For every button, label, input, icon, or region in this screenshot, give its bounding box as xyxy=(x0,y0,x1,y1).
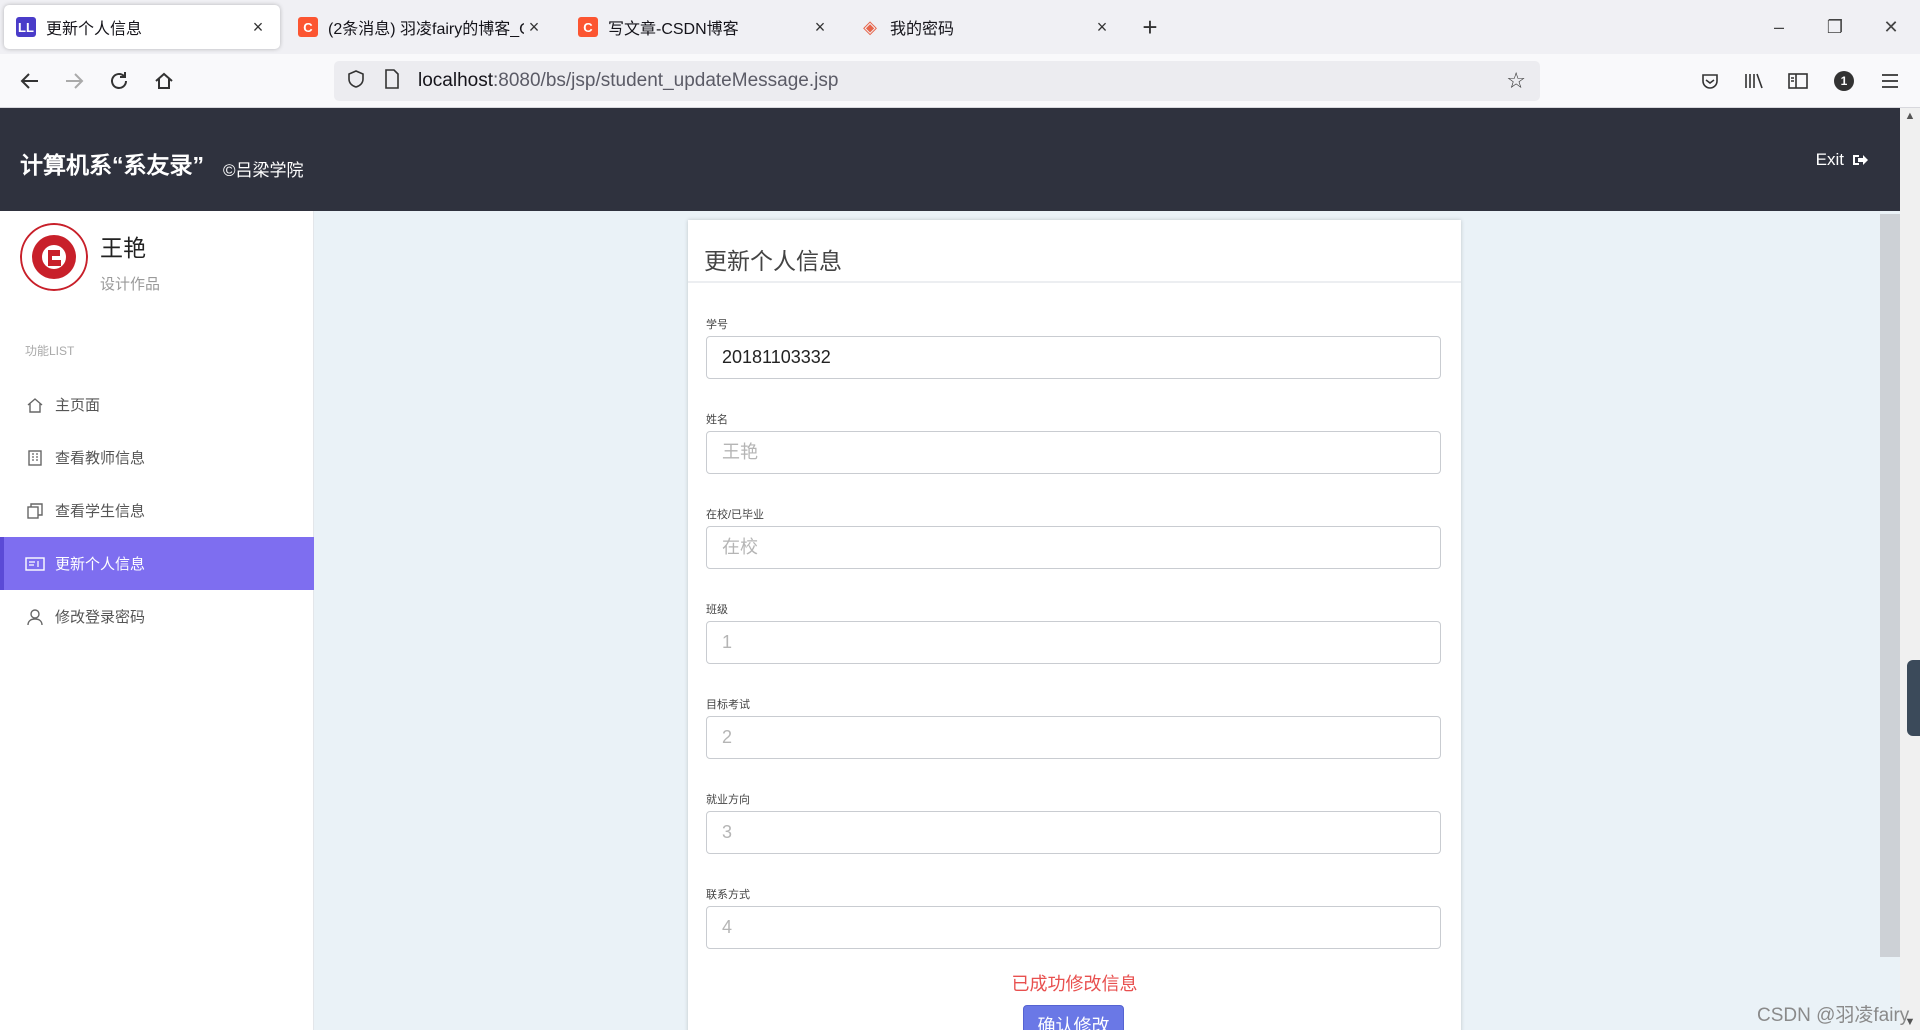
app-subtitle: ©吕梁学院 xyxy=(223,161,304,180)
sidebar-item-teachers[interactable]: 查看教师信息 xyxy=(0,431,314,484)
page-favicon-icon: LL xyxy=(16,17,36,37)
status-field[interactable] xyxy=(706,526,1441,569)
scroll-up-icon[interactable]: ▲ xyxy=(1900,110,1920,122)
shield-icon[interactable] xyxy=(346,69,370,94)
sign-out-icon xyxy=(1853,155,1868,165)
close-tab-icon[interactable]: × xyxy=(524,17,544,38)
contact-field[interactable] xyxy=(706,906,1441,949)
career-field[interactable] xyxy=(706,811,1441,854)
menu-hamburger-icon[interactable] xyxy=(1874,65,1906,97)
pocket-icon[interactable] xyxy=(1694,65,1726,97)
tab-title: 写文章-CSDN博客 xyxy=(608,21,739,38)
home-icon[interactable] xyxy=(148,65,180,97)
page-viewport: 计算机系“系友录” ©吕梁学院 Exit 王艳 设计作品 功能LIST 主页面 … xyxy=(0,108,1900,1030)
page-icon xyxy=(384,68,404,94)
confirm-update-button[interactable]: 确认修改 xyxy=(1023,1005,1124,1030)
home-icon xyxy=(25,395,45,415)
tab-title: (2条消息) 羽凌fairy的博客_CSD xyxy=(328,21,524,38)
forward-icon[interactable] xyxy=(58,65,90,97)
user-role: 设计作品 xyxy=(100,276,161,293)
back-icon[interactable] xyxy=(14,65,46,97)
scrollbar-thumb[interactable] xyxy=(1880,214,1900,957)
building-icon xyxy=(25,448,45,468)
url-path: :8080/bs/jsp/student_updateMessage.jsp xyxy=(493,70,839,91)
password-favicon-icon: ◈ xyxy=(863,16,877,37)
app-title: 计算机系“系友录” xyxy=(20,152,204,178)
target-exam-field[interactable] xyxy=(706,716,1441,759)
profile-badge-icon[interactable]: 1 xyxy=(1828,65,1860,97)
sidebar: 王艳 设计作品 功能LIST 主页面 查看教师信息 查看学生信息 更新个人信息 xyxy=(0,211,314,1030)
contact-label: 联系方式 xyxy=(706,889,750,901)
avatar xyxy=(20,223,88,291)
browser-tabstrip: LL 更新个人信息 × C (2条消息) 羽凌fairy的博客_CSD × C … xyxy=(0,0,1920,54)
app-header: 计算机系“系友录” ©吕梁学院 Exit xyxy=(0,108,1900,211)
sidebar-item-label: 更新个人信息 xyxy=(55,556,146,573)
watermark: CSDN @羽凌fairy xyxy=(1757,1005,1910,1026)
reload-icon[interactable] xyxy=(103,65,135,97)
exit-button[interactable]: Exit xyxy=(1816,150,1868,170)
status-label: 在校/已毕业 xyxy=(706,509,765,521)
csdn-favicon-icon: C xyxy=(298,17,318,37)
tab-write-article[interactable]: C 写文章-CSDN博客 × xyxy=(566,5,842,49)
tab-csdn-blog[interactable]: C (2条消息) 羽凌fairy的博客_CSD × xyxy=(286,5,556,49)
sidebar-item-home[interactable]: 主页面 xyxy=(0,378,314,431)
user-name: 王艳 xyxy=(100,235,146,261)
sidebar-item-label: 查看学生信息 xyxy=(55,503,146,520)
minimize-icon[interactable]: – xyxy=(1764,12,1794,42)
copy-icon xyxy=(25,501,45,521)
tab-update-info[interactable]: LL 更新个人信息 × xyxy=(4,5,280,49)
id-card-icon xyxy=(25,554,45,574)
sidebar-item-change-password[interactable]: 修改登录密码 xyxy=(0,590,314,643)
url-host: localhost xyxy=(418,70,493,91)
menu-caption: 功能LIST xyxy=(25,344,75,358)
sidebar-item-label: 查看教师信息 xyxy=(55,450,146,467)
tab-my-password[interactable]: ◈ 我的密码 × xyxy=(848,5,1124,49)
target-exam-label: 目标考试 xyxy=(706,699,750,711)
name-label: 姓名 xyxy=(706,414,728,426)
card-header: 更新个人信息 xyxy=(688,220,1461,283)
tab-title: 更新个人信息 xyxy=(46,21,143,38)
student-id-label: 学号 xyxy=(706,319,728,331)
user-icon xyxy=(25,607,45,627)
close-tab-icon[interactable]: × xyxy=(810,17,830,38)
restore-icon[interactable]: ❐ xyxy=(1820,12,1850,42)
library-icon[interactable] xyxy=(1738,65,1770,97)
url-bar[interactable]: localhost :8080/bs/jsp/student_updateMes… xyxy=(334,61,1540,101)
page-scrollbar[interactable]: ▲ ▼ xyxy=(1900,108,1920,1030)
form-title: 更新个人信息 xyxy=(704,248,842,274)
update-info-form: 更新个人信息 学号 姓名 在校/已毕业 班级 目标考试 就业方向 联系方式 已成… xyxy=(688,220,1461,1030)
csdn-favicon-icon: C xyxy=(578,17,598,37)
class-field[interactable] xyxy=(706,621,1441,664)
sidebar-item-label: 修改登录密码 xyxy=(55,609,146,626)
close-tab-icon[interactable]: × xyxy=(1092,17,1112,38)
success-message: 已成功修改信息 xyxy=(1011,974,1138,994)
side-widget-handle[interactable] xyxy=(1907,660,1920,736)
exit-label: Exit xyxy=(1815,150,1844,169)
bookmark-star-icon[interactable]: ☆ xyxy=(1506,68,1526,94)
window-close-icon[interactable]: ✕ xyxy=(1876,12,1906,42)
sidebar-item-update-info[interactable]: 更新个人信息 xyxy=(0,537,314,590)
close-tab-icon[interactable]: × xyxy=(248,17,268,38)
career-label: 就业方向 xyxy=(706,794,750,806)
sidebar-toggle-icon[interactable] xyxy=(1782,65,1814,97)
sidebar-item-students[interactable]: 查看学生信息 xyxy=(0,484,314,537)
class-label: 班级 xyxy=(706,604,728,616)
name-field[interactable] xyxy=(706,431,1441,474)
sidebar-item-label: 主页面 xyxy=(55,397,101,414)
new-tab-icon[interactable]: + xyxy=(1136,12,1164,42)
browser-navbar: localhost :8080/bs/jsp/student_updateMes… xyxy=(0,54,1920,108)
student-id-field[interactable] xyxy=(706,336,1441,379)
tab-title: 我的密码 xyxy=(890,21,955,38)
